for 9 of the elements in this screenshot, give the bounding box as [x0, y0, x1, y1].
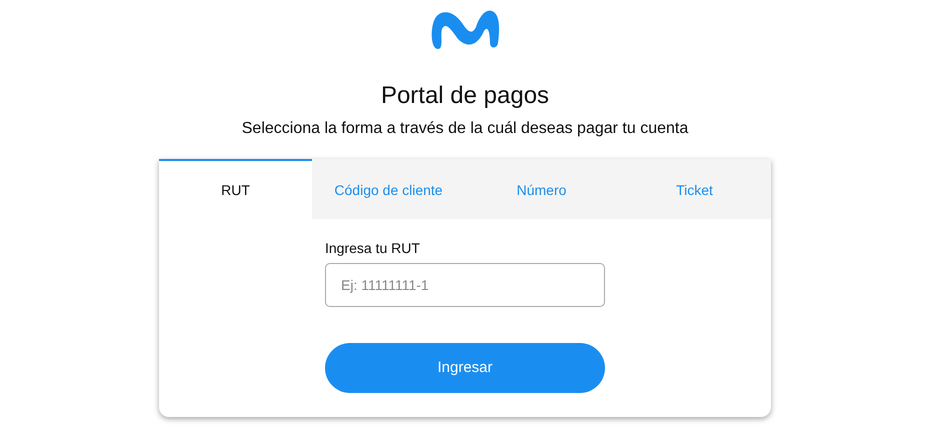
submit-button[interactable]: Ingresar: [325, 343, 605, 393]
field-label: Ingresa tu RUT: [325, 239, 421, 257]
tab[interactable]: Número: [465, 159, 618, 219]
tab[interactable]: RUT: [159, 159, 312, 219]
tab[interactable]: Código de cliente: [312, 159, 465, 219]
rut-input-field[interactable]: Ej: 11111111-1: [325, 263, 605, 307]
tab[interactable]: Ticket: [618, 159, 771, 219]
page-title: Portal de pagos: [380, 81, 550, 111]
page-subtitle: Selecciona la forma a través de la cuál deseas pagar tu cuenta: [242, 119, 688, 139]
